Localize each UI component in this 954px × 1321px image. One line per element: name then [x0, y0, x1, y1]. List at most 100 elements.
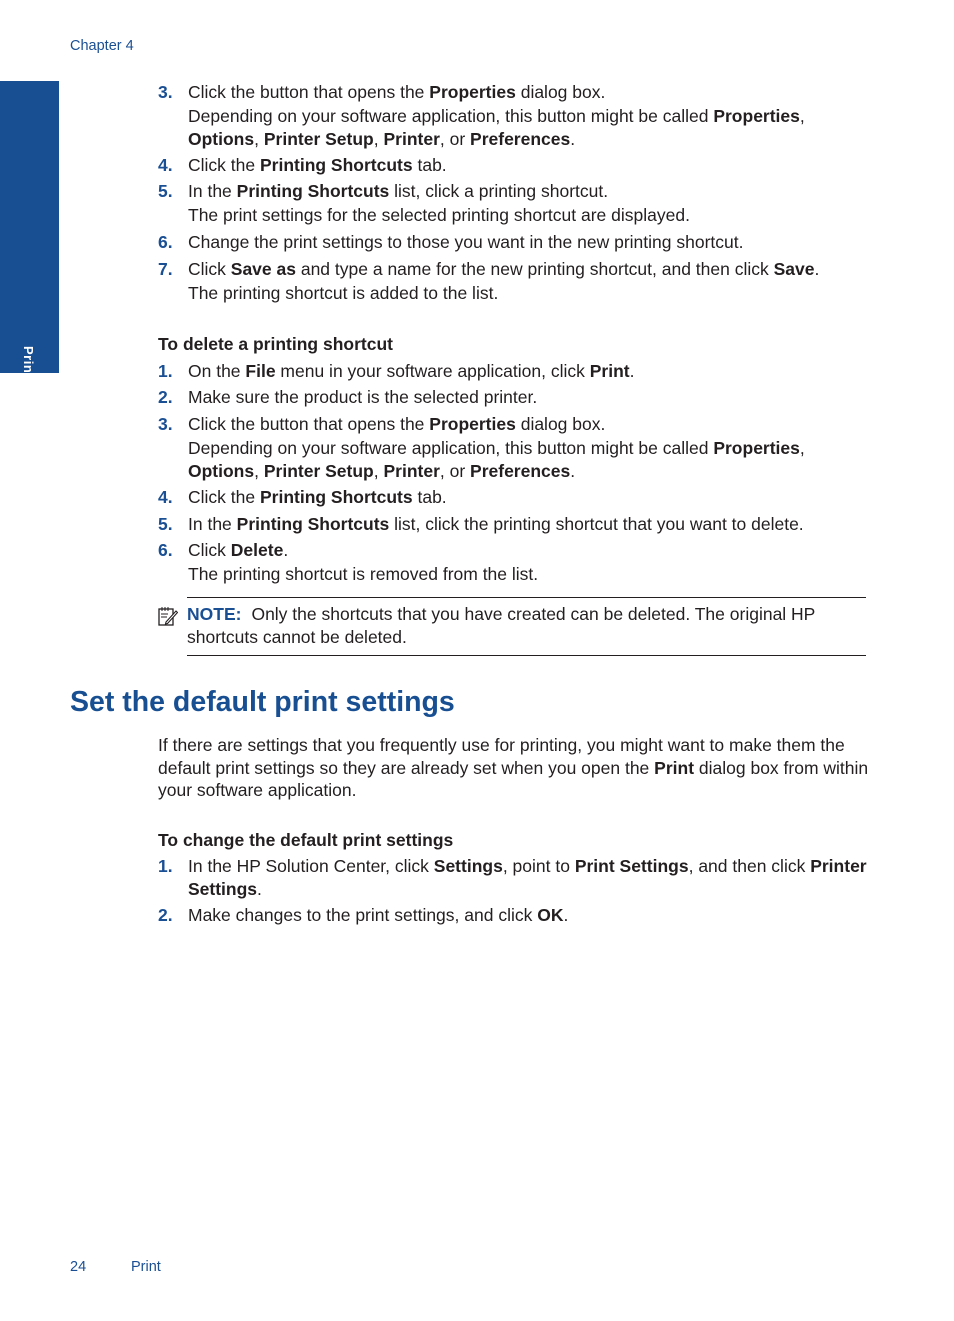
list-item: 1. In the HP Solution Center, click Setti…	[158, 855, 868, 901]
bold-term: Print	[654, 757, 695, 778]
text-run: Click	[188, 540, 231, 560]
side-tab-label: Print	[21, 346, 36, 379]
list-item: 5. In the Printing Shortcuts list, click …	[158, 513, 868, 536]
text-run: ,	[799, 106, 805, 126]
text-run: tab.	[412, 155, 447, 175]
bold-term: Save as	[230, 259, 296, 279]
list-item: 6. Click Delete. The printing shortcut is …	[158, 539, 868, 586]
text-run: In the HP Solution Center, click	[188, 856, 434, 876]
step-number: 5.	[158, 514, 173, 534]
step-detail: The printing shortcut is removed from th…	[188, 563, 868, 586]
list-item: 3. Click the button that opens the Proper…	[158, 413, 868, 483]
text-run: On the	[188, 361, 246, 381]
text-run: Click the	[188, 155, 260, 175]
step-text: Click the Printing Shortcuts tab.	[188, 486, 868, 509]
text-run: menu in your software application, click	[275, 361, 590, 381]
bold-term: Printing Shortcuts	[259, 487, 413, 507]
bold-term: Printer Setup	[263, 129, 374, 149]
step-text: Click the button that opens the Properti…	[188, 413, 868, 436]
step-text: Make sure the product is the selected pr…	[188, 386, 868, 409]
step-number: 2.	[158, 387, 173, 407]
step-number: 4.	[158, 155, 173, 175]
section-heading: Set the default print settings	[70, 686, 455, 718]
text-run: .	[814, 259, 820, 279]
text-run: .	[570, 129, 576, 149]
list-item: 3. Click the button that opens the Proper…	[158, 81, 868, 151]
text-run: .	[257, 879, 262, 899]
text-run: dialog box.	[515, 82, 606, 102]
text-run: Depending on your software application, …	[188, 106, 714, 126]
bold-term: Print Settings	[574, 856, 689, 876]
bold-term: Properties	[429, 414, 516, 434]
bold-term: Options	[188, 129, 255, 149]
note-text: Only the shortcuts that you have created…	[187, 604, 816, 647]
delete-section-title: To delete a printing shortcut	[158, 334, 393, 354]
bold-term: Printer	[383, 461, 440, 481]
list-item: 2. Make changes to the print settings, an…	[158, 904, 868, 927]
step-number: 6.	[158, 540, 173, 560]
note-pencil-icon	[158, 607, 178, 626]
step-text: Click the button that opens the Properti…	[188, 81, 868, 104]
step-text: In the Printing Shortcuts list, click a …	[188, 180, 868, 203]
text-run: Click the button that opens the	[188, 414, 430, 434]
text-run: Change the print settings to those you w…	[188, 232, 744, 252]
text-run: list, click a printing shortcut.	[389, 181, 609, 201]
bold-term: Print	[589, 361, 630, 381]
note-box: NOTE: Only the shortcuts that you have cr…	[187, 597, 866, 656]
text-run: list, click the printing shortcut that y…	[389, 514, 804, 534]
text-run: ,	[799, 438, 805, 458]
bold-term: Delete	[230, 540, 284, 560]
default-subheading: To change the default print settings	[158, 830, 454, 850]
list-item: 2. Make sure the product is the selected …	[158, 386, 868, 409]
bold-term: Properties	[713, 438, 800, 458]
list-item: 6. Change the print settings to those you…	[158, 231, 868, 254]
step-number: 3.	[158, 414, 173, 434]
step-number: 7.	[158, 259, 173, 279]
text-run: .	[629, 361, 635, 381]
text-run: Depending on your software application, …	[188, 438, 714, 458]
chapter-label: Chapter 4	[70, 38, 134, 54]
text-run: In the	[188, 181, 237, 201]
bold-term: Properties	[429, 82, 516, 102]
text-run: The print settings for the selected prin…	[188, 205, 690, 225]
bold-term: File	[245, 361, 276, 381]
text-run: Click	[188, 259, 231, 279]
step-text: Change the print settings to those you w…	[188, 231, 868, 254]
text-run: dialog box.	[515, 414, 606, 434]
step-number: 5.	[158, 181, 173, 201]
text-run: ,	[373, 129, 384, 149]
step-number: 1.	[158, 361, 173, 381]
list-item: 5. In the Printing Shortcuts list, click …	[158, 180, 868, 227]
step-number: 4.	[158, 487, 173, 507]
step-number: 3.	[158, 82, 173, 102]
section-intro: If there are settings that you frequentl…	[158, 734, 870, 802]
text-run: , or	[439, 461, 471, 481]
list-item: 1. On the File menu in your software appl…	[158, 360, 868, 383]
bold-term: Printer	[383, 129, 440, 149]
bold-term: Properties	[713, 106, 800, 126]
bold-term: Printing Shortcuts	[259, 155, 413, 175]
bold-term: Preferences	[470, 129, 571, 149]
step-number: 2.	[158, 905, 173, 925]
text-run: and type a name for the new printing sho…	[295, 259, 774, 279]
text-run: The printing shortcut is added to the li…	[188, 283, 499, 303]
text-run: Click the	[188, 487, 260, 507]
text-run: .	[563, 905, 569, 925]
text-run: ,	[373, 461, 384, 481]
text-run: .	[283, 540, 289, 560]
text-run: Make changes to the print settings, and …	[188, 905, 538, 925]
text-run: Click the button that opens the	[188, 82, 430, 102]
side-section-tab	[0, 81, 59, 373]
step-number: 1.	[158, 856, 173, 876]
bold-term: Preferences	[470, 461, 571, 481]
bold-term: Settings	[433, 856, 503, 876]
bold-term: OK	[537, 905, 564, 925]
text-run: , and then click	[688, 856, 811, 876]
text-run: .	[570, 461, 576, 481]
note-label: NOTE:	[187, 604, 242, 624]
text-run: tab.	[412, 487, 447, 507]
step-detail: The print settings for the selected prin…	[188, 204, 868, 227]
list-item: 4. Click the Printing Shortcuts tab.	[158, 154, 868, 177]
bold-term: Options	[188, 461, 255, 481]
text-run: ,	[254, 129, 264, 149]
